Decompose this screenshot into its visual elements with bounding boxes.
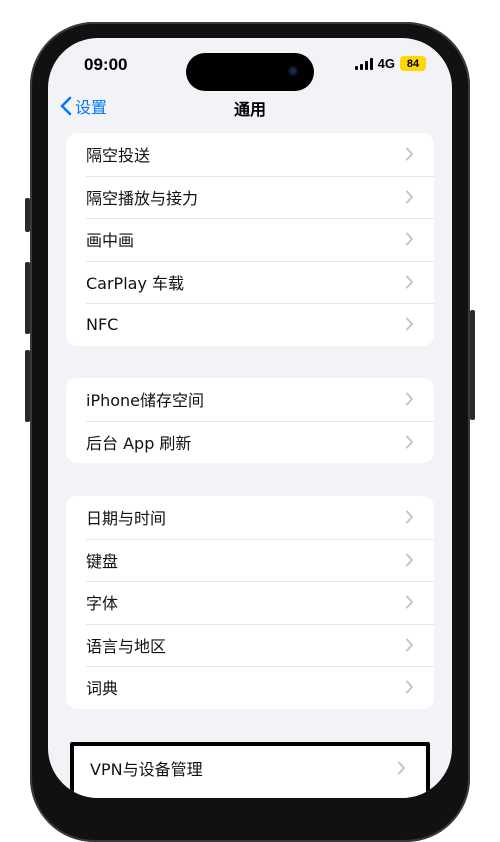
list-item-label: CarPlay 车载 — [86, 273, 185, 293]
list-item-keyboard[interactable]: 键盘 — [66, 538, 434, 582]
chevron-right-icon — [406, 147, 413, 161]
status-time: 09:00 — [84, 55, 128, 74]
list-item-label: 后台 App 刷新 — [86, 433, 192, 453]
list-item-fonts[interactable]: 字体 — [66, 581, 434, 624]
battery-icon: 84 — [400, 56, 426, 71]
list-item-label: VPN与设备管理 — [90, 760, 203, 779]
settings-group-locale: 日期与时间 键盘 字体 语言与地区 词典 — [66, 496, 434, 709]
list-item-vpn-device-management[interactable]: VPN与设备管理 — [74, 746, 426, 790]
dynamic-island — [186, 53, 314, 91]
list-item-label: 隔空投送 — [86, 146, 151, 166]
network-type: 4G — [377, 56, 395, 71]
chevron-right-icon — [406, 392, 413, 406]
list-item-airdrop[interactable]: 隔空投送 — [66, 133, 434, 176]
page-title: 通用 — [233, 100, 266, 119]
chevron-right-icon — [406, 680, 413, 694]
power-button — [470, 310, 475, 420]
action-button — [25, 198, 30, 232]
chevron-right-icon — [406, 275, 413, 289]
list-item-language-region[interactable]: 语言与地区 — [66, 623, 434, 667]
settings-group-connectivity: 隔空投送 隔空播放与接力 画中画 CarPlay 车载 NFC — [66, 133, 434, 346]
settings-group-storage: iPhone储存空间 后台 App 刷新 — [66, 378, 434, 463]
list-item-iphone-storage[interactable]: iPhone储存空间 — [66, 378, 434, 421]
chevron-right-icon — [406, 553, 413, 567]
list-item-label: 语言与地区 — [86, 636, 167, 656]
list-item-nfc[interactable]: NFC — [66, 303, 434, 346]
list-item-label: 隔空播放与接力 — [86, 188, 199, 208]
chevron-right-icon — [398, 761, 405, 775]
chevron-right-icon — [406, 317, 413, 331]
list-item-dictionary[interactable]: 词典 — [66, 666, 434, 709]
chevron-right-icon — [406, 510, 413, 524]
chevron-right-icon — [406, 595, 413, 609]
phone-screen: 09:00 4G 84 设置 通用 隔空投送 隔空播放与接力 画中画 CarPl… — [48, 38, 452, 798]
volume-down-button — [25, 350, 30, 422]
list-item-label: iPhone储存空间 — [86, 391, 205, 411]
status-indicators: 4G 84 — [354, 56, 426, 71]
highlight-box: VPN与设备管理 — [70, 742, 430, 798]
chevron-right-icon — [406, 190, 413, 204]
list-item-picture-in-picture[interactable]: 画中画 — [66, 218, 434, 261]
list-item-label: 画中画 — [86, 231, 135, 251]
list-item-label: 键盘 — [86, 551, 119, 571]
list-item-label: NFC — [86, 314, 119, 334]
list-item-label: 日期与时间 — [86, 509, 167, 529]
list-item-label: 字体 — [86, 594, 119, 614]
chevron-right-icon — [406, 435, 413, 449]
camera-icon — [288, 66, 298, 76]
list-item-date-time[interactable]: 日期与时间 — [66, 496, 434, 539]
list-item-label: 词典 — [86, 679, 119, 699]
list-item-airplay-handoff[interactable]: 隔空播放与接力 — [66, 175, 434, 219]
signal-icon — [354, 57, 373, 70]
chevron-right-icon — [406, 638, 413, 652]
list-item-carplay[interactable]: CarPlay 车载 — [66, 260, 434, 304]
chevron-right-icon — [406, 232, 413, 246]
volume-up-button — [25, 262, 30, 334]
list-item-background-app-refresh[interactable]: 后台 App 刷新 — [66, 420, 434, 464]
